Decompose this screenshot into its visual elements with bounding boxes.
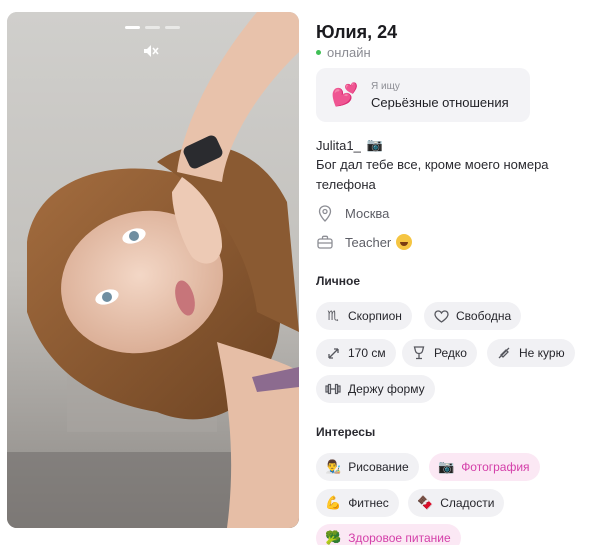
chocolate-bar-icon: 🍫 [417, 495, 434, 510]
hearts-icon: 💕 [331, 82, 359, 107]
grinning-face-icon [396, 234, 413, 250]
chip-interest-photography: 📷 Фотография [429, 453, 540, 481]
chip-fitness: Держу форму [316, 375, 435, 403]
broccoli-icon: 🥦 [325, 530, 342, 545]
chip-label: 170 см [348, 346, 386, 360]
wine-glass-icon [411, 345, 427, 361]
chip-smoking: Не курю [487, 339, 575, 367]
location-pin-icon [316, 204, 334, 222]
chip-interest-sweets: 🍫 Сладости [408, 489, 505, 517]
mute-icon[interactable] [143, 44, 161, 58]
profile-photo[interactable] [7, 12, 299, 528]
camera-icon: 📷 [366, 137, 383, 152]
no-smoking-icon [496, 345, 512, 361]
personal-section-title: Личное [316, 274, 361, 288]
dumbbell-icon [325, 381, 341, 397]
looking-for-value: Серьёзные отношения [371, 94, 509, 110]
profile-bio: Бог дал тебе все, кроме моего номера тел… [316, 157, 549, 192]
chip-height: 170 см [316, 339, 396, 367]
chip-alcohol: Редко [402, 339, 477, 367]
artist-icon: 👨‍🎨 [325, 459, 342, 474]
profile-info: Юлия, 24 онлайн 💕 Я ищу Серьёзные отноше… [316, 0, 596, 545]
profile-name: Юлия, 24 [316, 22, 398, 42]
chip-label: Рисование [348, 460, 409, 474]
camera-icon: 📷 [438, 459, 455, 474]
online-label: онлайн [327, 45, 371, 60]
interests-section-title: Интересы [316, 425, 376, 439]
briefcase-icon [316, 233, 334, 251]
chip-zodiac: ♏ Скорпион [316, 302, 412, 330]
chip-label: Редко [434, 346, 467, 360]
city-row: Москва [316, 204, 389, 222]
chip-label: Сладости [440, 496, 495, 510]
chip-interest-drawing: 👨‍🎨 Рисование [316, 453, 419, 481]
chip-label: Свободна [456, 309, 512, 323]
instagram-username[interactable]: Julita1_ 📷 [316, 137, 383, 153]
job-row: Teacher [316, 233, 413, 251]
chip-label: Не курю [519, 346, 565, 360]
photo-illustration [7, 12, 299, 528]
online-dot-icon [316, 50, 321, 55]
photo-progress [125, 26, 180, 29]
chip-interest-fitness: 💪 Фитнес [316, 489, 399, 517]
flexed-biceps-icon: 💪 [325, 495, 342, 510]
looking-for-card: 💕 Я ищу Серьёзные отношения [316, 68, 530, 122]
progress-segment [145, 26, 160, 29]
chip-label: Фотография [461, 460, 530, 474]
job-label: Teacher [345, 234, 392, 250]
progress-segment [125, 26, 140, 29]
chip-relationship: Свободна [424, 302, 522, 330]
chip-interest-healthy-food: 🥦 Здоровое питание [316, 524, 461, 545]
chip-label: Держу форму [348, 382, 425, 396]
city-label: Москва [345, 205, 390, 221]
scorpio-icon: ♏ [327, 308, 339, 323]
looking-for-label: Я ищу [371, 80, 400, 92]
chip-label: Здоровое питание [348, 531, 451, 545]
progress-segment [165, 26, 180, 29]
heart-outline-icon [433, 308, 449, 324]
username-label: Julita1_ [316, 137, 361, 153]
height-arrow-icon [325, 345, 341, 361]
online-status: онлайн [316, 45, 371, 60]
chip-label: Фитнес [348, 496, 389, 510]
chip-label: Скорпион [348, 309, 402, 323]
